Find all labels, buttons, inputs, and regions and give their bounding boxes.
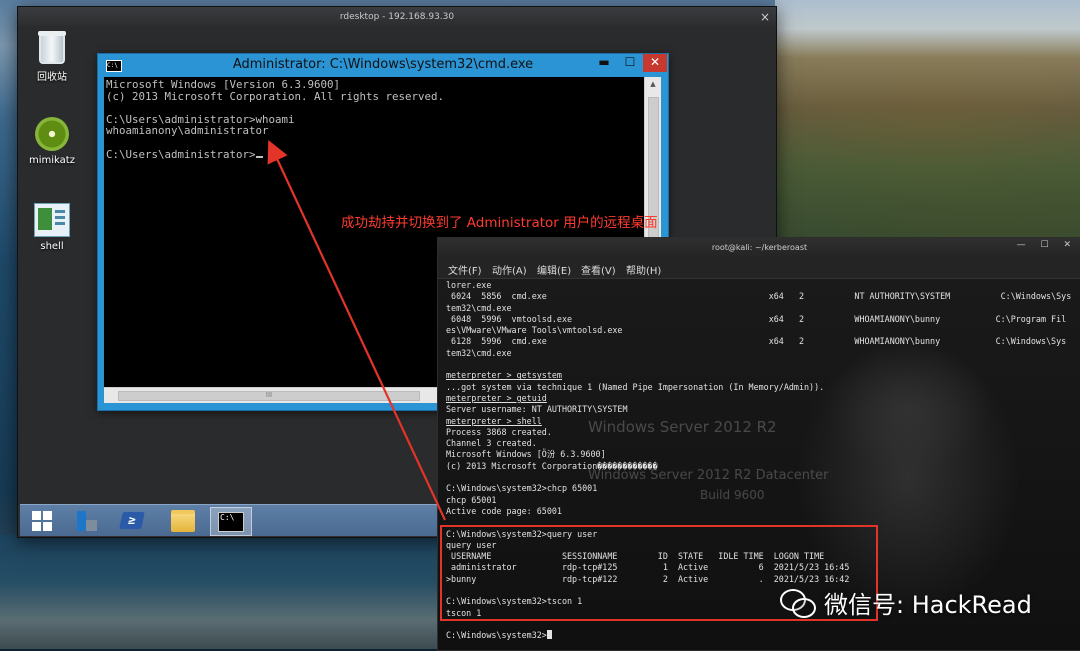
rdesktop-close-icon[interactable]: × — [760, 9, 770, 25]
menu-action[interactable]: 动作(A) — [492, 262, 527, 277]
maximize-button[interactable]: ☐ — [617, 54, 643, 72]
console-line: C:\Windows\system32> — [446, 630, 547, 641]
text-cursor — [546, 630, 552, 640]
console-line: Server username: NT AUTHORITY\SYSTEM — [446, 404, 628, 415]
wallpaper-rocks — [0, 535, 440, 649]
close-button[interactable]: ✕ — [643, 54, 667, 72]
powershell-icon: ≥ — [119, 512, 145, 529]
console-line: lorer.exe — [446, 280, 492, 290]
console-line: (c) 2013 Microsoft Corporation����������… — [446, 460, 658, 471]
console-line: meterpreter > shell — [446, 415, 542, 426]
wallpaper-landscape — [775, 0, 1080, 240]
console-line: 6024 5856 cmd.exe x64 2 NT AUTHORITY\SYS… — [446, 291, 1072, 302]
watermark-text: 微信号: HackRead — [824, 591, 1032, 619]
console-line: es\VMware\VMware Tools\vmtoolsd.exe — [446, 325, 623, 336]
console-line: Process 3868 created. — [446, 426, 552, 437]
desktop-icon-label: shell — [40, 241, 64, 252]
menu-file[interactable]: 文件(F) — [448, 262, 482, 277]
console-line: meterpreter > getsystem — [446, 370, 562, 381]
server-manager-icon — [75, 510, 97, 531]
scroll-up-arrow-icon[interactable]: ▲ — [645, 77, 661, 91]
menu-edit[interactable]: 编辑(E) — [537, 262, 571, 277]
kiwi-icon — [35, 117, 69, 151]
window-controls[interactable]: — ☐ ✕ — [1017, 240, 1077, 250]
horizontal-scroll-thumb[interactable]: III — [118, 391, 420, 401]
console-line: chcp 65001 — [446, 494, 497, 505]
rdesktop-title: rdesktop - 192.168.93.30 — [18, 7, 776, 27]
folder-icon — [171, 509, 195, 532]
console-line: Microsoft Windows [Ӧ汾 6.3.9600] — [446, 449, 606, 460]
windows-logo-icon — [32, 510, 52, 531]
desktop-icon-recycle-bin[interactable]: 回收站 — [22, 31, 82, 83]
cmd-title: Administrator: C:\Windows\system32\cmd.e… — [232, 57, 534, 72]
text-cursor — [255, 155, 263, 158]
console-line: tem32\cmd.exe — [446, 302, 512, 313]
desktop-icon-label: mimikatz — [29, 155, 75, 166]
desktop-icon-mimikatz[interactable]: mimikatz — [22, 117, 82, 166]
console-line: meterpreter > getuid — [446, 392, 547, 403]
desktop-icon-shell[interactable]: shell — [22, 203, 82, 252]
start-button[interactable] — [22, 507, 62, 534]
recycle-bin-icon — [22, 31, 82, 64]
desktop-icon-label: 回收站 — [37, 72, 67, 83]
console-line: C:\Users\administrator> — [106, 147, 256, 161]
console-line: 6048 5996 vmtoolsd.exe x64 2 WHOAMIANONY… — [446, 313, 1067, 324]
cmd-titlebar[interactable]: C:\ Administrator: C:\Windows\system32\c… — [98, 54, 668, 77]
kali-title: root@kali: ~/kerberoast — [438, 238, 1080, 258]
console-line: ...got system via technique 1 (Named Pip… — [446, 381, 825, 392]
taskbar-powershell[interactable]: ≥ — [112, 507, 152, 534]
executable-icon — [34, 203, 70, 237]
cmd-icon: C:\ — [218, 511, 244, 532]
wechat-watermark: 微信号: HackRead — [780, 585, 1032, 620]
wechat-icon — [780, 588, 816, 618]
console-line: Active code page: 65001 — [446, 505, 562, 516]
taskbar-server-manager[interactable] — [66, 507, 106, 534]
annotation-text: 成功劫持并切换到了 Administrator 用户的远程桌面 — [341, 215, 658, 231]
console-line: Channel 3 created. — [446, 438, 537, 449]
taskbar-cmd[interactable]: C:\ — [210, 507, 252, 536]
menu-view[interactable]: 查看(V) — [581, 262, 616, 277]
console-line: 6128 5996 cmd.exe x64 2 WHOAMIANONY\bunn… — [446, 336, 1067, 347]
console-line: tem32\cmd.exe — [446, 347, 512, 358]
taskbar-file-explorer[interactable] — [163, 507, 203, 534]
menu-help[interactable]: 帮助(H) — [626, 262, 661, 277]
console-line: whoamianony\administrator — [106, 124, 269, 138]
console-line: (c) 2013 Microsoft Corporation. All righ… — [106, 89, 445, 103]
kali-menubar: 文件(F) 动作(A) 编辑(E) 查看(V) 帮助(H) — [438, 258, 1080, 279]
minimize-button[interactable]: ▬ — [591, 54, 617, 72]
console-line: C:\Windows\system32>chcp 65001 — [446, 483, 598, 494]
